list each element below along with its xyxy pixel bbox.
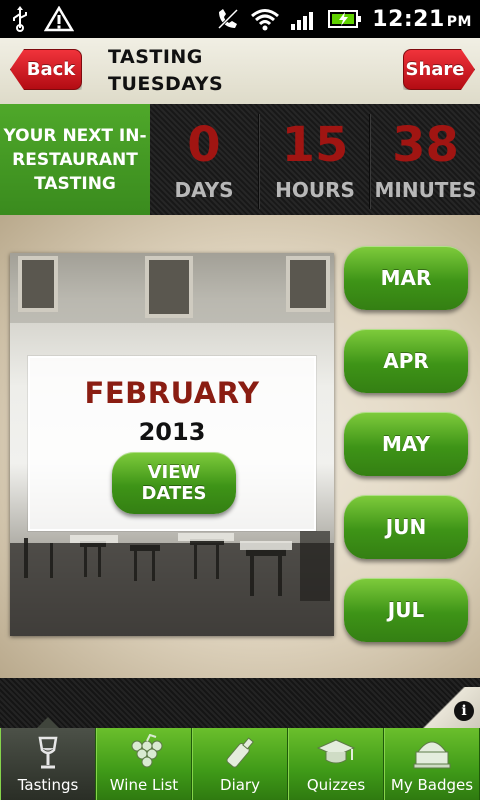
bottom-strip — [0, 678, 480, 728]
month-button-may[interactable]: MAY — [344, 412, 468, 476]
signal-icon — [290, 6, 318, 32]
view-dates-button[interactable]: VIEW DATES — [112, 452, 236, 514]
tasting-countdown: YOUR NEXT IN-RESTAURANT TASTING 0 DAYS 1… — [0, 104, 480, 215]
countdown-minutes-value: 38 — [392, 117, 459, 173]
tab-diary-label: Diary — [220, 776, 260, 794]
app-screen: 12:21 PM Back TASTING TUESDAYS Share YOUR… — [0, 0, 480, 800]
featured-month-card: FEBRUARY 2013 VIEW DATES — [28, 356, 316, 531]
info-icon[interactable]: i — [454, 701, 474, 721]
tab-my-badges[interactable]: My Badges — [384, 728, 480, 800]
countdown-hours: 15 HOURS — [260, 104, 370, 215]
tab-bar: Tastings Wine List Diary Quizzes My Badg… — [0, 717, 480, 800]
battery-charging-icon — [328, 6, 362, 32]
featured-month-name: FEBRUARY — [84, 376, 260, 410]
clock: 12:21 PM — [372, 6, 472, 32]
tab-diary[interactable]: Diary — [192, 728, 288, 800]
countdown-label: YOUR NEXT IN-RESTAURANT TASTING — [0, 104, 150, 215]
month-button-apr[interactable]: APR — [344, 329, 468, 393]
tab-quizzes-label: Quizzes — [306, 776, 366, 794]
countdown-minutes-caption: MINUTES — [374, 178, 477, 202]
usb-icon — [10, 6, 30, 32]
countdown-days-caption: DAYS — [174, 178, 234, 202]
grapes-icon — [122, 733, 166, 772]
tab-wine-list[interactable]: Wine List — [96, 728, 192, 800]
warning-icon — [44, 6, 74, 32]
countdown-days-value: 0 — [187, 117, 221, 173]
tab-my-badges-label: My Badges — [390, 776, 474, 794]
countdown-hours-caption: HOURS — [275, 178, 355, 202]
tasting-calendar: FEBRUARY 2013 VIEW DATES MAR APR MAY JUN… — [0, 215, 480, 678]
phone-off-icon — [216, 6, 240, 32]
badge-icon — [410, 734, 454, 772]
wifi-icon — [250, 6, 280, 32]
tab-quizzes[interactable]: Quizzes — [288, 728, 384, 800]
tab-tastings-label: Tastings — [17, 776, 79, 794]
share-button[interactable]: Share — [403, 49, 475, 90]
tab-wine-list-label: Wine List — [109, 776, 179, 794]
page-title: TASTING TUESDAYS — [108, 44, 368, 98]
page-title-line-2: TUESDAYS — [108, 73, 224, 95]
status-bar: 12:21 PM — [0, 0, 480, 38]
graduation-cap-icon — [314, 734, 358, 772]
countdown-minutes: 38 MINUTES — [371, 104, 480, 215]
wine-glass-icon — [26, 734, 70, 772]
restaurant-photo: FEBRUARY 2013 VIEW DATES — [10, 253, 334, 636]
active-tab-pointer — [37, 717, 59, 728]
countdown-hours-value: 15 — [281, 117, 349, 173]
month-button-jul[interactable]: JUL — [344, 578, 468, 642]
featured-month-year: 2013 — [138, 418, 206, 446]
countdown-days: 0 DAYS — [150, 104, 258, 215]
back-button[interactable]: Back — [10, 49, 82, 90]
wine-bottle-icon — [218, 734, 262, 772]
page-title-line-1: TASTING — [108, 46, 203, 68]
month-button-mar[interactable]: MAR — [344, 246, 468, 310]
header-bar: Back TASTING TUESDAYS Share — [0, 38, 480, 104]
tab-tastings[interactable]: Tastings — [0, 717, 96, 800]
month-button-jun[interactable]: JUN — [344, 495, 468, 559]
